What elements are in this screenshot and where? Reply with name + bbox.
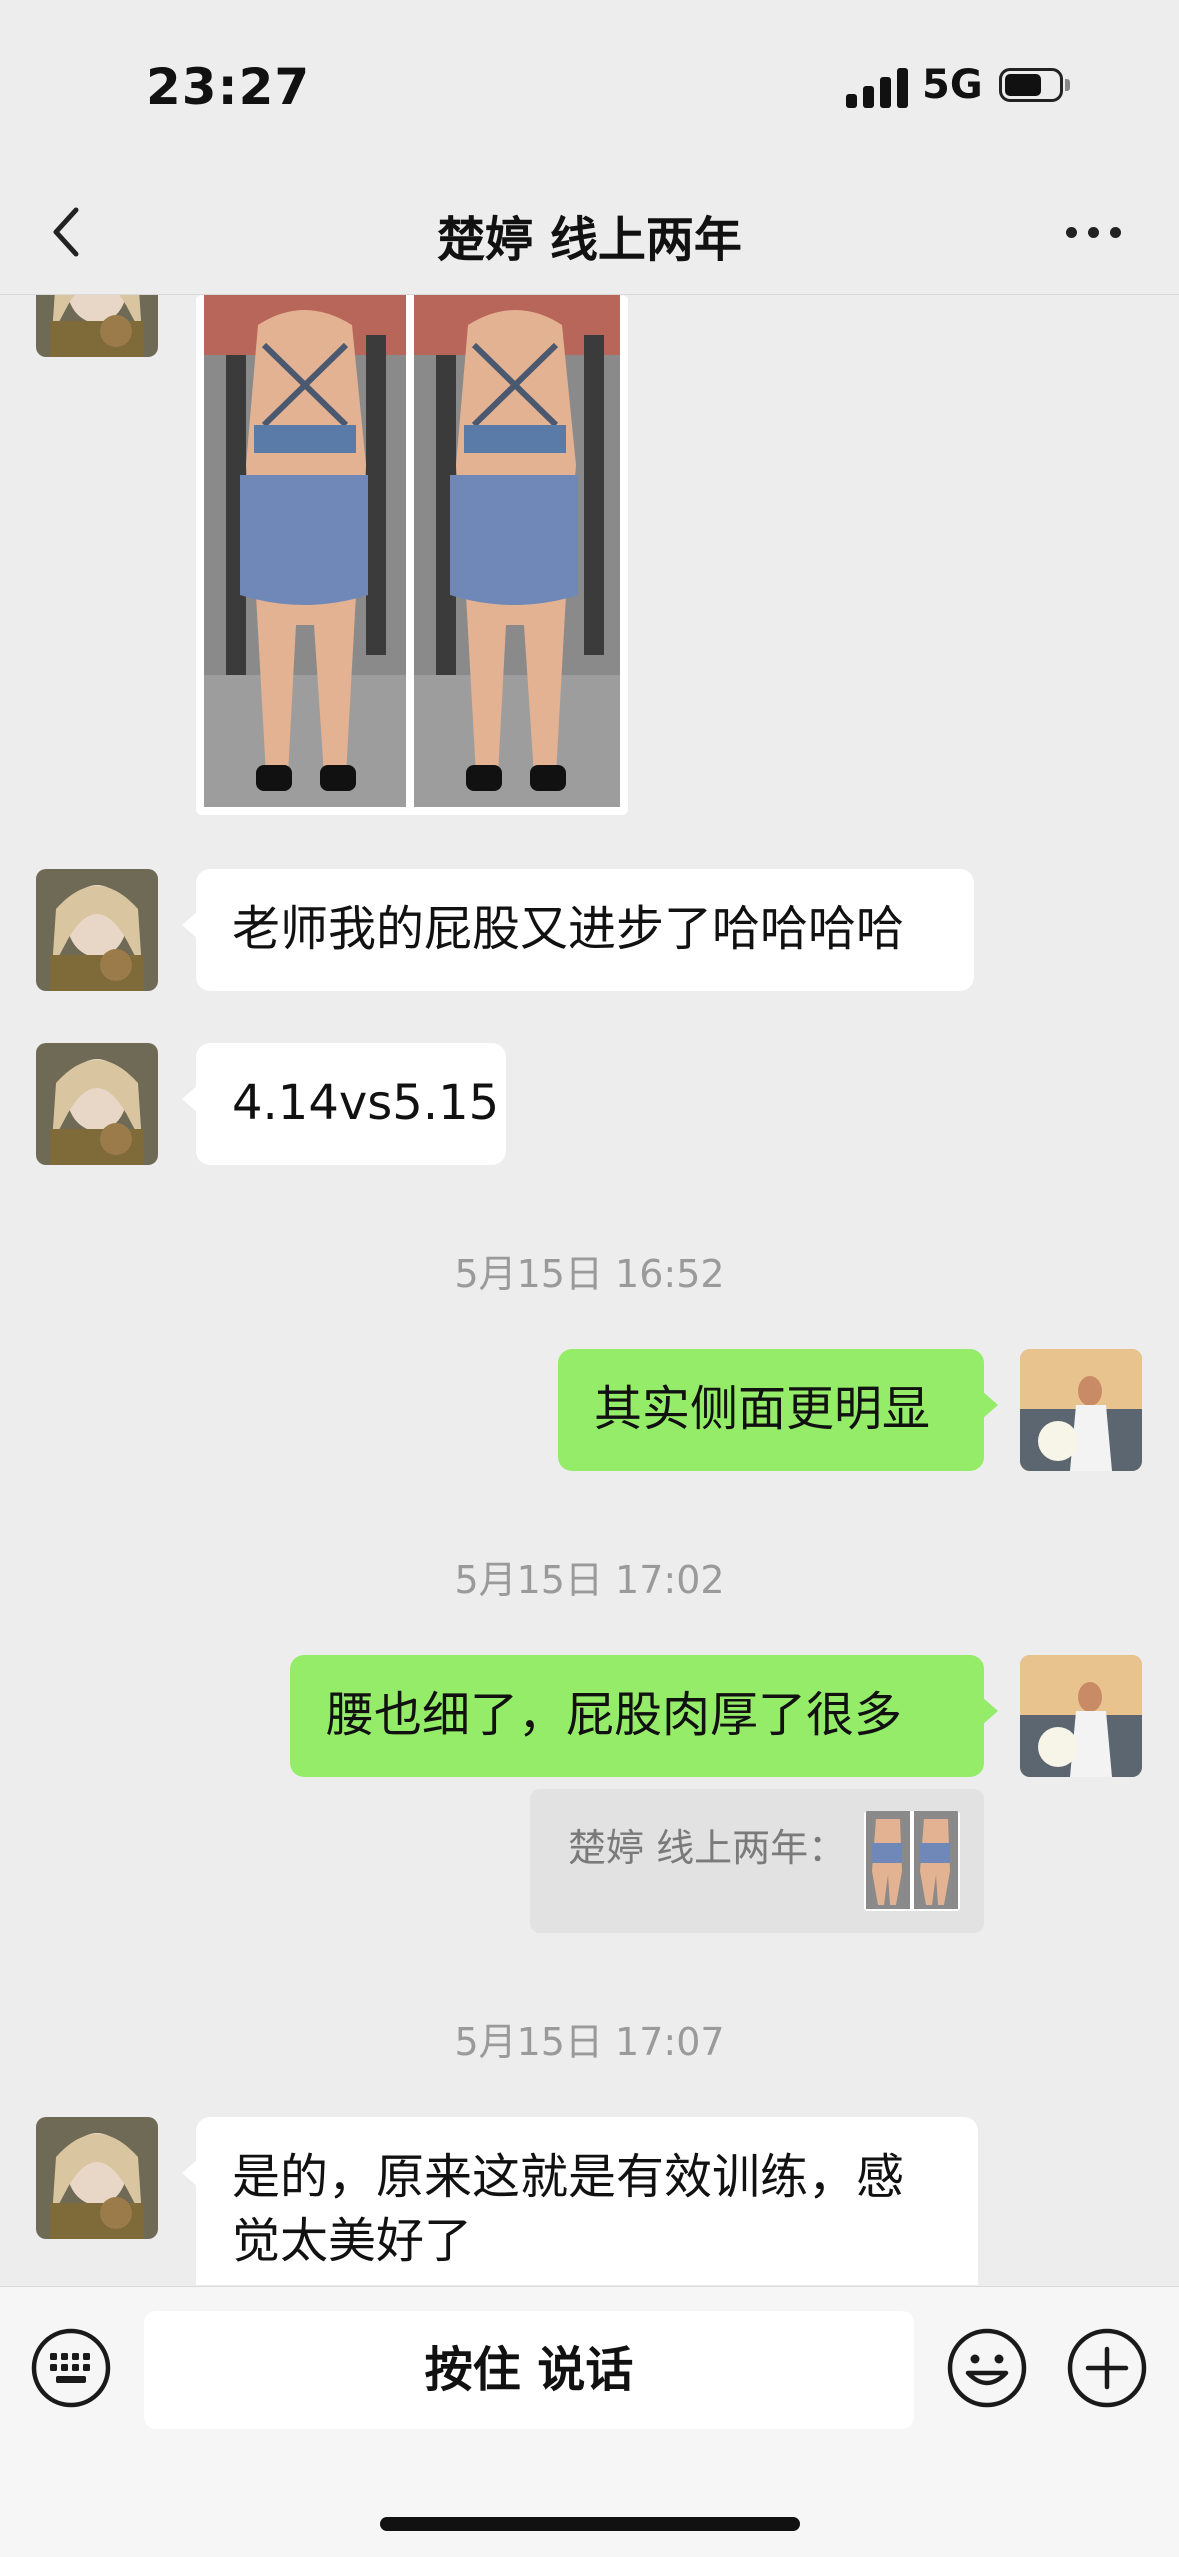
more-options-icon[interactable] bbox=[1062, 217, 1126, 247]
outgoing-message[interactable]: 腰也细了，屁股肉厚了很多 bbox=[290, 1655, 998, 1777]
message-timestamp: 5月15日 16:52 bbox=[454, 1252, 725, 1296]
home-indicator[interactable] bbox=[380, 2517, 800, 2531]
outgoing-message[interactable]: 其实侧面更明显 bbox=[558, 1349, 998, 1471]
quoted-message-text: 楚婷 线上两年： bbox=[568, 1826, 847, 1870]
chat-title: 楚婷 线上两年 bbox=[437, 212, 742, 268]
contact-avatar[interactable] bbox=[36, 2117, 158, 2239]
quoted-photo-thumbnail bbox=[864, 1811, 960, 1911]
contact-avatar[interactable] bbox=[36, 295, 158, 357]
quoted-message[interactable]: 楚婷 线上两年： bbox=[530, 1789, 984, 1933]
incoming-message[interactable]: 是的，原来这就是有效训练，感觉太美好了 bbox=[182, 2117, 978, 2285]
photo-message[interactable] bbox=[196, 295, 628, 815]
contact-avatar[interactable] bbox=[36, 1043, 158, 1165]
message-timestamp: 5月15日 17:07 bbox=[454, 2020, 725, 2064]
message-timestamp: 5月15日 17:02 bbox=[454, 1558, 725, 1602]
my-avatar[interactable] bbox=[1020, 1655, 1142, 1777]
cellular-signal-icon bbox=[846, 66, 908, 108]
contact-avatar[interactable] bbox=[36, 869, 158, 991]
input-bar: 按住 说话 bbox=[0, 2286, 1179, 2557]
hold-to-talk-button[interactable]: 按住 说话 bbox=[144, 2311, 914, 2429]
incoming-message[interactable]: 老师我的屁股又进步了哈哈哈哈 bbox=[182, 869, 974, 991]
status-time: 23:27 bbox=[146, 58, 311, 116]
emoji-icon[interactable] bbox=[946, 2327, 1028, 2409]
keyboard-icon[interactable] bbox=[30, 2327, 112, 2409]
chat-header: 楚婷 线上两年 bbox=[0, 170, 1179, 295]
plus-icon[interactable] bbox=[1066, 2327, 1148, 2409]
status-bar: 23:27 5G bbox=[0, 0, 1179, 170]
incoming-message[interactable]: 4.14vs5.15 bbox=[182, 1043, 506, 1165]
my-avatar[interactable] bbox=[1020, 1349, 1142, 1471]
battery-icon bbox=[999, 68, 1071, 104]
message-list[interactable]: 老师我的屁股又进步了哈哈哈哈 4.14vs5.15 5月15日 16:52 其实… bbox=[0, 295, 1179, 2285]
network-type: 5G bbox=[922, 62, 983, 108]
